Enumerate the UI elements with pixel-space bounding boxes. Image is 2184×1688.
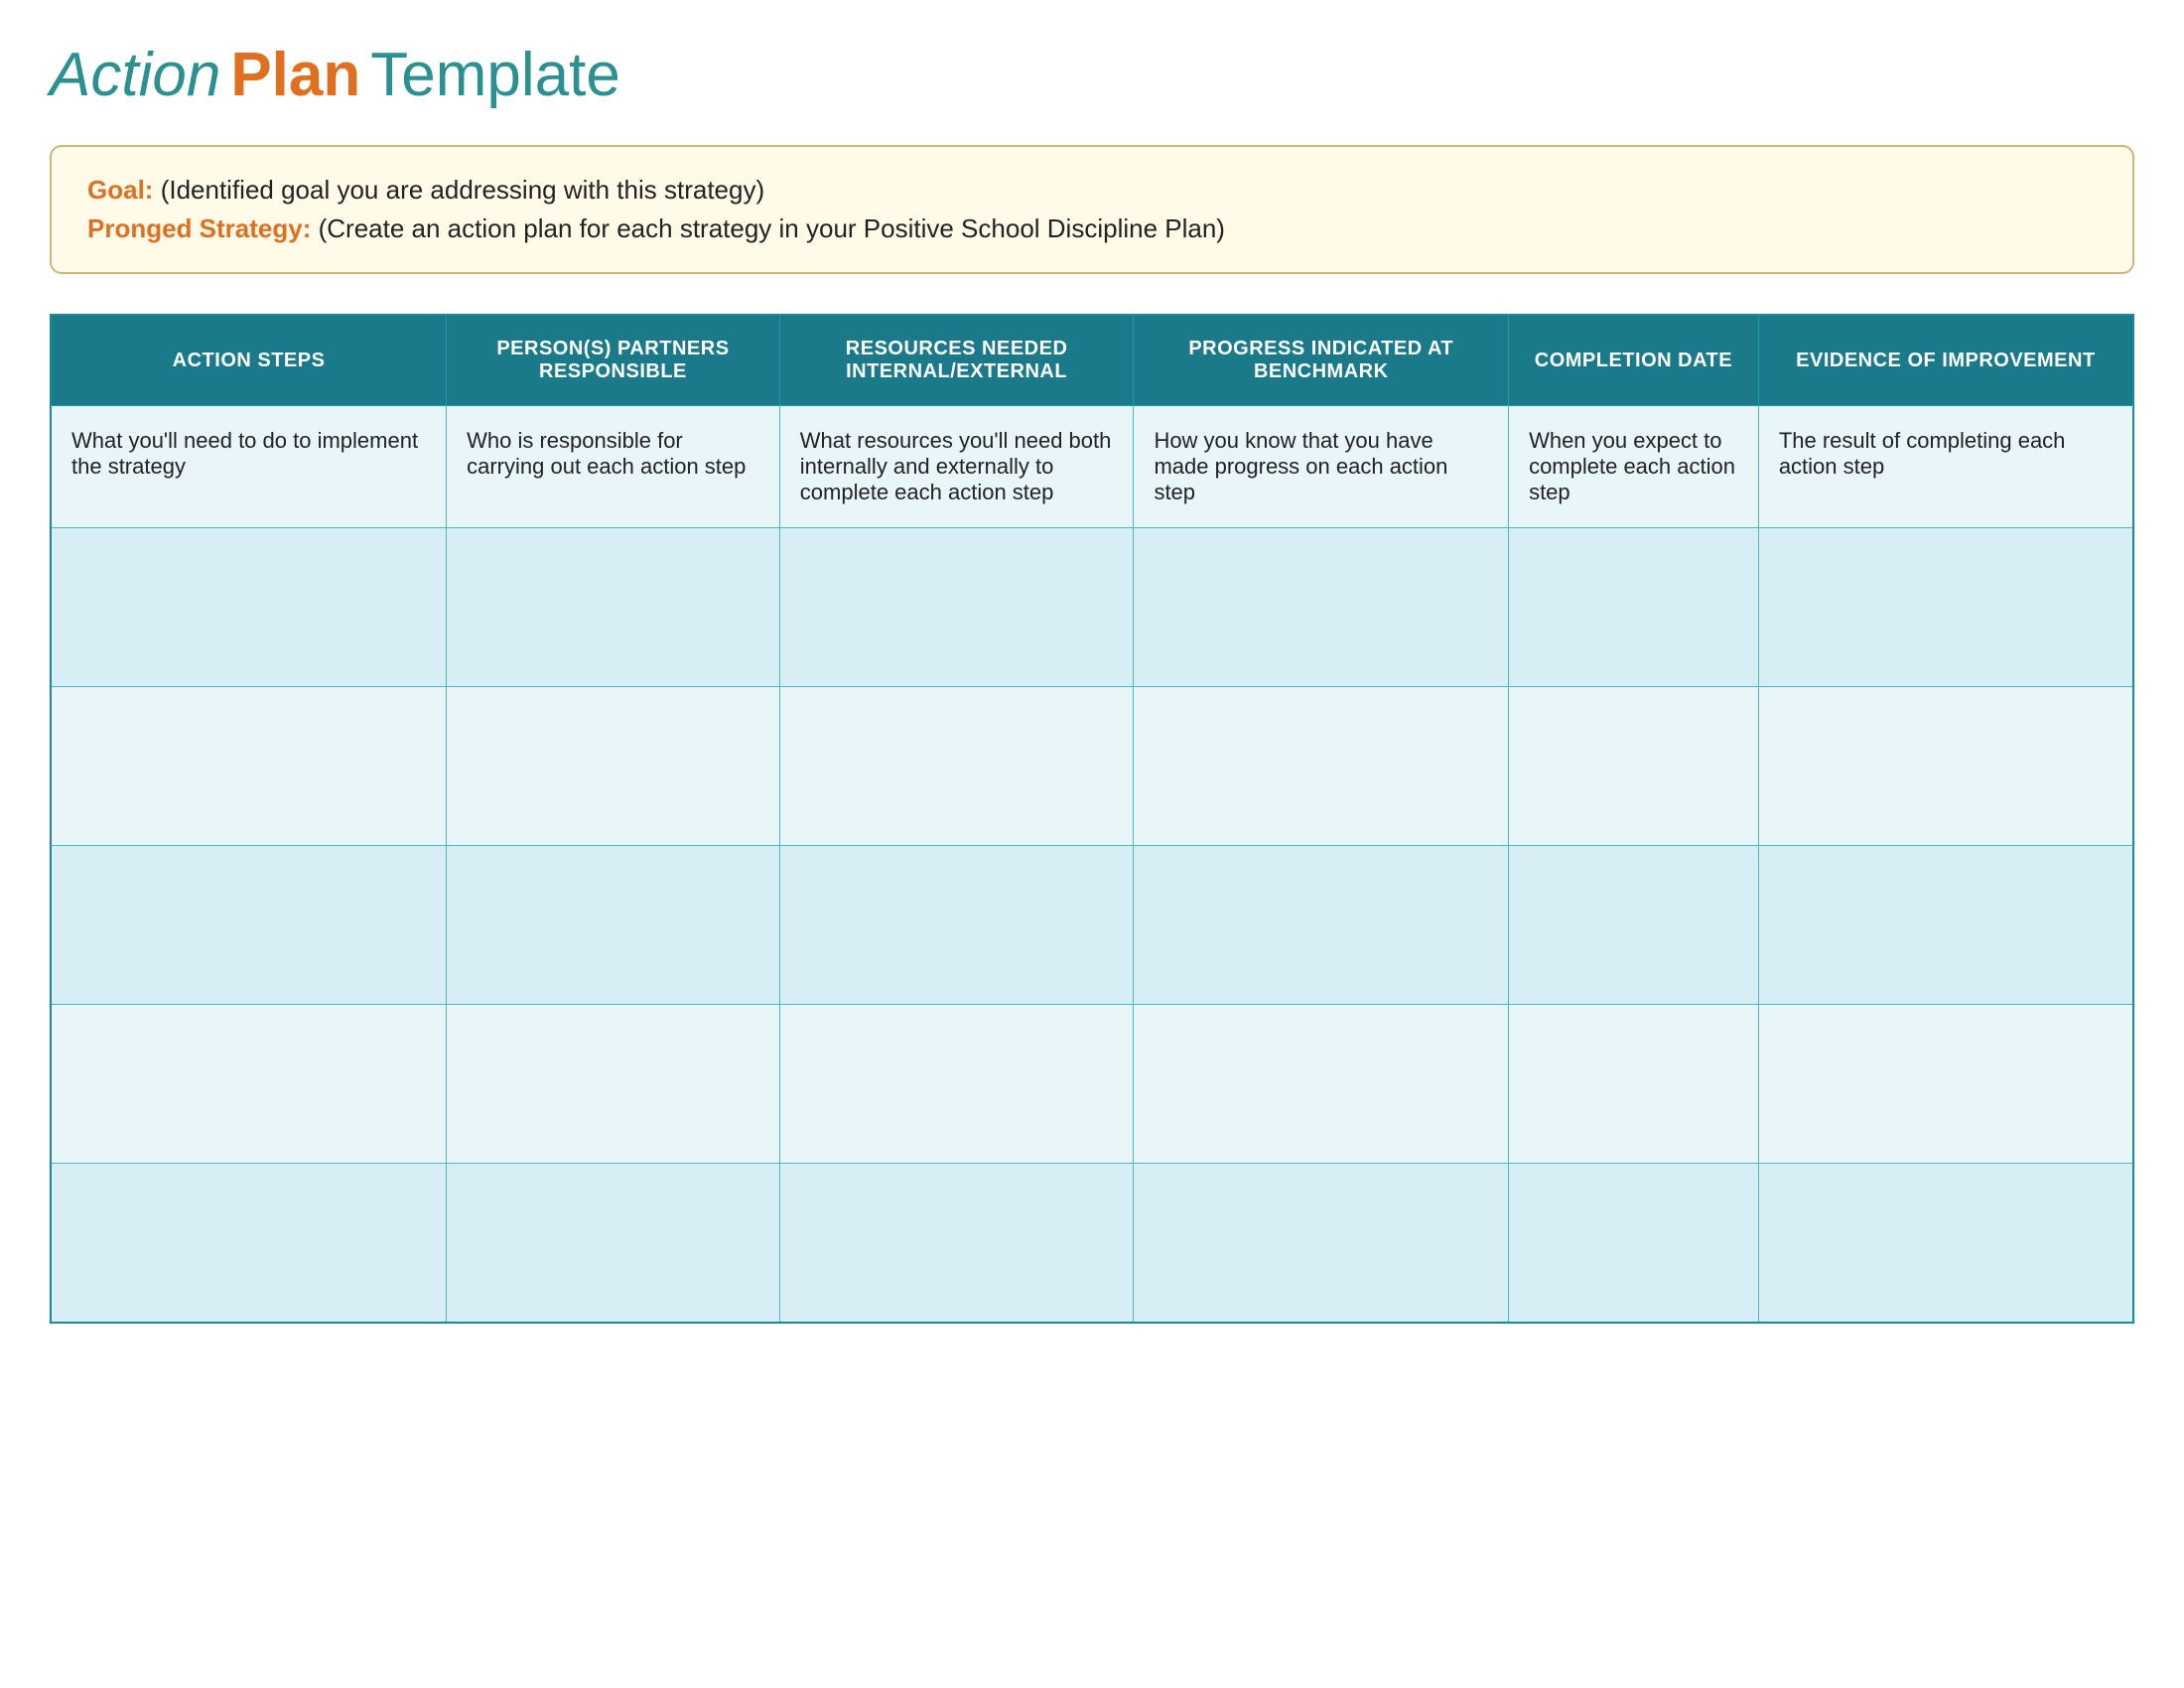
cell-evidence-3	[1758, 846, 2133, 1005]
cell-progress-5	[1134, 1164, 1509, 1323]
header-person-responsible: Person(s) Partners Responsible	[447, 315, 780, 406]
cell-person-2	[447, 687, 780, 846]
header-evidence-improvement: Evidence of Improvement	[1758, 315, 2133, 406]
cell-action-1	[51, 528, 447, 687]
cell-person-1	[447, 528, 780, 687]
cell-progress-desc: How you know that you have made progress…	[1134, 406, 1509, 528]
pronged-line: Pronged Strategy: (Create an action plan…	[87, 213, 2097, 244]
header-resources-needed: Resources Needed Internal/External	[779, 315, 1134, 406]
cell-completion-3	[1509, 846, 1759, 1005]
cell-action-steps-desc: What you'll need to do to implement the …	[51, 406, 447, 528]
goal-label: Goal:	[87, 175, 153, 205]
cell-resources-4	[779, 1005, 1134, 1164]
goal-text: (Identified goal you are addressing with…	[161, 175, 764, 205]
cell-action-4	[51, 1005, 447, 1164]
cell-action-3	[51, 846, 447, 1005]
table-row-description: What you'll need to do to implement the …	[51, 406, 2133, 528]
title-plan: Plan	[230, 40, 360, 110]
cell-progress-3	[1134, 846, 1509, 1005]
cell-action-2	[51, 687, 447, 846]
cell-evidence-desc: The result of completing each action ste…	[1758, 406, 2133, 528]
cell-person-desc: Who is responsible for carrying out each…	[447, 406, 780, 528]
goal-box: Goal: (Identified goal you are addressin…	[50, 145, 2134, 274]
cell-completion-4	[1509, 1005, 1759, 1164]
cell-resources-5	[779, 1164, 1134, 1323]
cell-completion-5	[1509, 1164, 1759, 1323]
title-action: Action	[50, 40, 220, 110]
cell-completion-2	[1509, 687, 1759, 846]
table-row	[51, 1164, 2133, 1323]
header-action-steps: Action Steps	[51, 315, 447, 406]
cell-progress-4	[1134, 1005, 1509, 1164]
header-progress-benchmark: Progress Indicated at Benchmark	[1134, 315, 1509, 406]
table-row	[51, 528, 2133, 687]
cell-evidence-5	[1758, 1164, 2133, 1323]
cell-person-3	[447, 846, 780, 1005]
cell-evidence-4	[1758, 1005, 2133, 1164]
cell-evidence-2	[1758, 687, 2133, 846]
action-plan-table: Action Steps Person(s) Partners Responsi…	[50, 314, 2134, 1324]
table-header-row: Action Steps Person(s) Partners Responsi…	[51, 315, 2133, 406]
title-template: Template	[370, 40, 620, 110]
table-row	[51, 1005, 2133, 1164]
cell-evidence-1	[1758, 528, 2133, 687]
table-row	[51, 846, 2133, 1005]
cell-progress-1	[1134, 528, 1509, 687]
cell-resources-desc: What resources you'll need both internal…	[779, 406, 1134, 528]
cell-action-5	[51, 1164, 447, 1323]
cell-person-5	[447, 1164, 780, 1323]
cell-completion-desc: When you expect to complete each action …	[1509, 406, 1759, 528]
goal-line: Goal: (Identified goal you are addressin…	[87, 175, 2097, 206]
cell-progress-2	[1134, 687, 1509, 846]
pronged-text: (Create an action plan for each strategy…	[319, 213, 1225, 243]
page-title: Action Plan Template	[50, 40, 2134, 110]
pronged-label: Pronged Strategy:	[87, 213, 311, 243]
cell-resources-1	[779, 528, 1134, 687]
cell-resources-2	[779, 687, 1134, 846]
cell-resources-3	[779, 846, 1134, 1005]
cell-completion-1	[1509, 528, 1759, 687]
header-completion-date: Completion Date	[1509, 315, 1759, 406]
cell-person-4	[447, 1005, 780, 1164]
table-row	[51, 687, 2133, 846]
